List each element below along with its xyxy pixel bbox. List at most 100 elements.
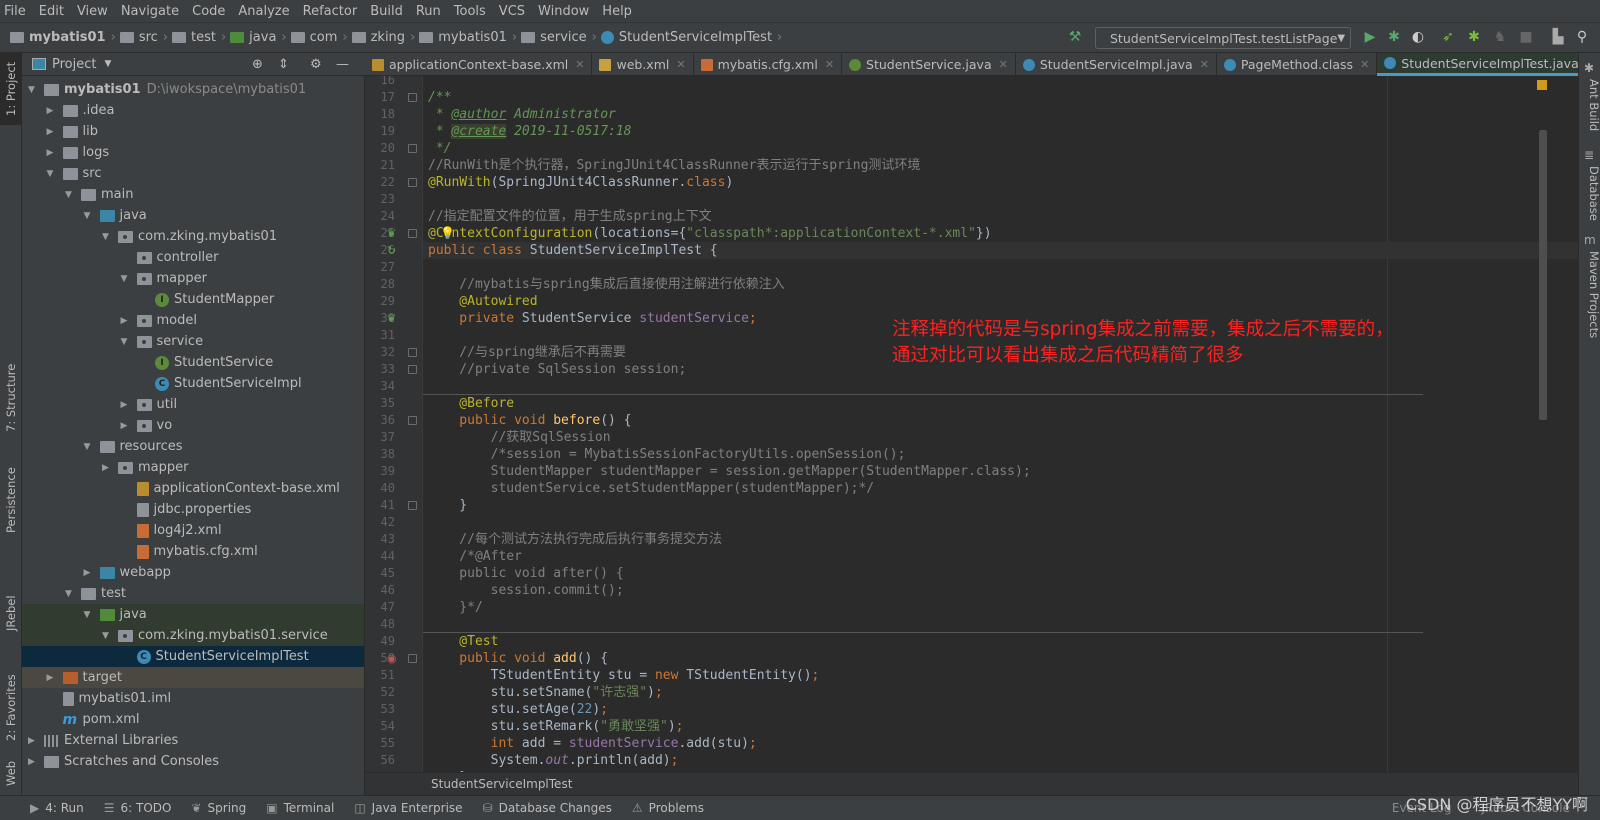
tree-item[interactable]: ▼ com.zking.mybatis01 <box>22 226 364 247</box>
breadcrumb-item[interactable]: service › <box>521 30 597 45</box>
tree-item[interactable]: mybatis01.iml <box>22 688 364 709</box>
jrebel-debug-icon[interactable]: ✱ <box>1466 29 1482 45</box>
menu-run[interactable]: Run <box>416 4 441 19</box>
tree-item[interactable]: ▶ target <box>22 667 364 688</box>
tree-item[interactable]: ▼ mybatis01 D:\iwokspace\mybatis01 <box>22 79 364 100</box>
fold-marker-icon[interactable] <box>408 654 417 663</box>
tool-button-run[interactable]: ▶ 4: Run <box>30 801 84 815</box>
tree-item[interactable]: applicationContext-base.xml <box>22 478 364 499</box>
tree-item[interactable]: jdbc.properties <box>22 499 364 520</box>
tree-item[interactable]: ▼ mapper <box>22 268 364 289</box>
expanded-arrow-icon[interactable]: ▼ <box>102 631 112 641</box>
tool-tab-project[interactable]: 1: Project <box>0 53 22 125</box>
tree-item[interactable]: mybatis.cfg.xml <box>22 541 364 562</box>
breadcrumb-item[interactable]: test › <box>172 30 226 45</box>
minimize-icon[interactable]: — <box>336 57 349 72</box>
tab-applicationcontext-base-xml[interactable]: applicationContext-base.xml ✕ <box>365 53 593 76</box>
breadcrumb-item[interactable]: src › <box>119 30 168 45</box>
tree-item[interactable]: m pom.xml <box>22 709 364 730</box>
close-icon[interactable]: ✕ <box>1360 58 1369 71</box>
tool-tab-persistence[interactable]: Persistence <box>0 453 22 548</box>
editor-breadcrumb[interactable]: StudentServiceImplTest <box>365 772 1578 795</box>
tool-tab-web[interactable]: Web <box>0 743 22 803</box>
fold-marker-icon[interactable] <box>408 348 417 357</box>
breadcrumb-item[interactable]: StudentServiceImplTest › <box>600 30 782 45</box>
collapsed-arrow-icon[interactable]: ▶ <box>121 400 131 410</box>
chevron-down-icon[interactable]: ▼ <box>104 59 111 69</box>
close-icon[interactable]: ✕ <box>999 58 1008 71</box>
tree-item[interactable]: ▼ java <box>22 205 364 226</box>
breadcrumb-item[interactable]: mybatis01 › <box>10 30 116 45</box>
tree-item[interactable]: ▼ test <box>22 583 364 604</box>
tool-button-problems[interactable]: ⚠ Problems <box>632 801 704 815</box>
menu-analyze[interactable]: Analyze <box>238 4 289 19</box>
tool-tab-maven-projects[interactable]: Maven Projects <box>1579 251 1600 338</box>
code-editor[interactable]: 16 17 18 19 20 21 22 23 24 25 ❦ 26 ↻ 27 28 29 30 ❦ 31 32 33 3… <box>365 76 1578 772</box>
menu-view[interactable]: View <box>77 4 108 19</box>
collapsed-arrow-icon[interactable]: ▶ <box>47 148 57 158</box>
expanded-arrow-icon[interactable]: ▼ <box>84 211 94 221</box>
expanded-arrow-icon[interactable]: ▼ <box>102 232 112 242</box>
debug-icon[interactable]: ✱ <box>1386 29 1402 45</box>
tree-item[interactable]: ▼ main <box>22 184 364 205</box>
breadcrumb-item[interactable]: java › <box>230 30 287 45</box>
autowired-bean-icon[interactable]: ❦ <box>387 313 399 325</box>
breadcrumb-item[interactable]: zking › <box>351 30 415 45</box>
tool-tab-structure[interactable]: 7: Structure <box>0 353 22 443</box>
close-icon[interactable]: ✕ <box>1200 58 1209 71</box>
tree-item[interactable]: ▶ External Libraries <box>22 730 364 751</box>
run-icon[interactable]: ▶ <box>1362 29 1378 45</box>
expanded-arrow-icon[interactable]: ▼ <box>84 442 94 452</box>
tool-tab-database[interactable]: Database <box>1579 166 1600 221</box>
menu-navigate[interactable]: Navigate <box>121 4 179 19</box>
gear-icon[interactable]: ⚙ <box>310 57 322 72</box>
fold-marker-icon[interactable] <box>408 365 417 374</box>
tree-item[interactable]: ▶ mapper <box>22 457 364 478</box>
tree-item[interactable]: I StudentMapper <box>22 289 364 310</box>
hammer-icon[interactable]: ⚒ <box>1067 29 1083 45</box>
menu-vcs[interactable]: VCS <box>499 4 525 19</box>
fold-marker-icon[interactable] <box>408 144 417 153</box>
collapsed-arrow-icon[interactable]: ▶ <box>47 127 57 137</box>
collapsed-arrow-icon[interactable]: ▶ <box>47 673 57 683</box>
jrebel-run-icon[interactable]: ➶ <box>1440 29 1456 45</box>
run-configuration-select[interactable]: StudentServiceImplTest.testListPage ▼ <box>1095 27 1351 49</box>
jrebel-icon[interactable]: ♞ <box>1492 29 1508 45</box>
search-icon[interactable]: ⚲ <box>1574 29 1590 45</box>
expanded-arrow-icon[interactable]: ▼ <box>121 337 131 347</box>
tab-studentserviceimpltest-java[interactable]: StudentServiceImplTest.java✕ <box>1377 53 1600 76</box>
close-icon[interactable]: ✕ <box>676 58 685 71</box>
run-test-error-icon[interactable]: ◉ <box>387 653 399 665</box>
project-structure-icon[interactable]: ▙ <box>1550 29 1566 45</box>
tree-item[interactable]: ▶ model <box>22 310 364 331</box>
fold-marker-icon[interactable] <box>408 416 417 425</box>
fold-marker-icon[interactable] <box>408 501 417 510</box>
tree-item[interactable]: ▼ resources <box>22 436 364 457</box>
expanded-arrow-icon[interactable]: ▼ <box>121 274 131 284</box>
fold-marker-icon[interactable] <box>408 93 417 102</box>
collapsed-arrow-icon[interactable]: ▶ <box>84 568 94 578</box>
close-icon[interactable]: ✕ <box>825 58 834 71</box>
expanded-arrow-icon[interactable]: ▼ <box>65 589 75 599</box>
menu-window[interactable]: Window <box>538 4 589 19</box>
editor-scrollbar[interactable] <box>1539 130 1547 420</box>
tree-item[interactable]: ▶ logs <box>22 142 364 163</box>
close-icon[interactable]: ✕ <box>575 58 584 71</box>
tree-item[interactable]: ▼ com.zking.mybatis01.service <box>22 625 364 646</box>
tree-item[interactable]: I StudentService <box>22 352 364 373</box>
collapsed-arrow-icon[interactable]: ▶ <box>121 421 131 431</box>
breadcrumb-item[interactable]: com › <box>290 30 348 45</box>
tool-button-databasechanges[interactable]: ⛁ Database Changes <box>483 801 612 815</box>
tree-item[interactable]: ▶ lib <box>22 121 364 142</box>
menu-build[interactable]: Build <box>370 4 403 19</box>
intention-bulb-icon[interactable]: 💡 <box>440 226 455 240</box>
project-view-selector[interactable]: Project <box>52 57 96 72</box>
tree-item[interactable]: log4j2.xml <box>22 520 364 541</box>
tree-item[interactable]: ▶ webapp <box>22 562 364 583</box>
menu-edit[interactable]: Edit <box>39 4 64 19</box>
stop-icon[interactable]: ■ <box>1518 29 1534 45</box>
collapsed-arrow-icon[interactable]: ▶ <box>121 316 131 326</box>
tab-mybatis-cfg-xml[interactable]: mybatis.cfg.xml ✕ <box>694 53 843 76</box>
tool-tab-ant-build[interactable]: Ant Build <box>1579 79 1600 131</box>
tool-button-terminal[interactable]: ▣ Terminal <box>266 801 334 815</box>
